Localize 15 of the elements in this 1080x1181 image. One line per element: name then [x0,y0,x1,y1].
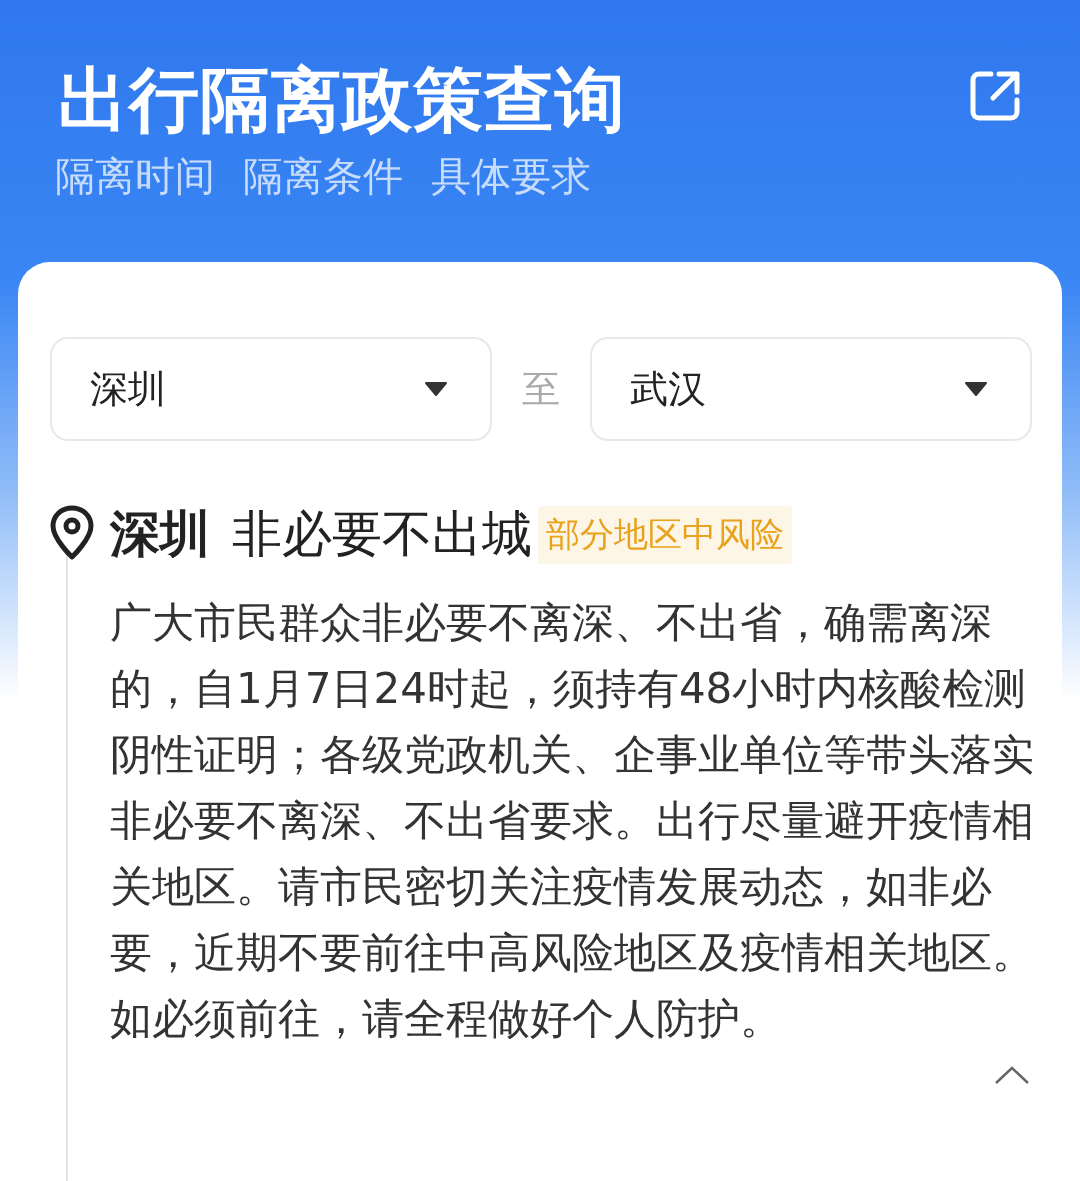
subtitle: 隔离时间 [55,152,215,201]
risk-badge: 部分地区中风险 [538,505,792,564]
collapse-chevron-icon[interactable] [994,1065,1030,1085]
subtitle: 隔离条件 [243,152,403,201]
city-name: 深圳 [110,504,210,565]
subtitle: 具体要求 [431,152,591,201]
policy-description: 广大市民群众非必要不离深、不出省，确需离深的，自1月7日24时起，须持有48小时内核酸检测阴性证明；各级党政机关、企事业单位等带头落实非必要不离深、不出省要求。出行尽量避开疫情相关地区。请市民密切关注疫情发展动态，如非必要，近期不要前往中高风险地区及疫情相关地区。如必须前往，请全程做好个人防护。 [110,597,1034,1045]
page-title: 出行隔离政策查询 [58,58,626,143]
destination-dropdown[interactable]: 武汉 [590,337,1032,441]
origin-dropdown[interactable]: 深圳 [50,337,492,441]
caret-icon [964,381,988,397]
separator-label: 至 [522,365,560,413]
policy-heading: 非必要不出城 [232,504,532,565]
caret-icon [424,381,448,397]
location-pin-icon [50,505,94,561]
